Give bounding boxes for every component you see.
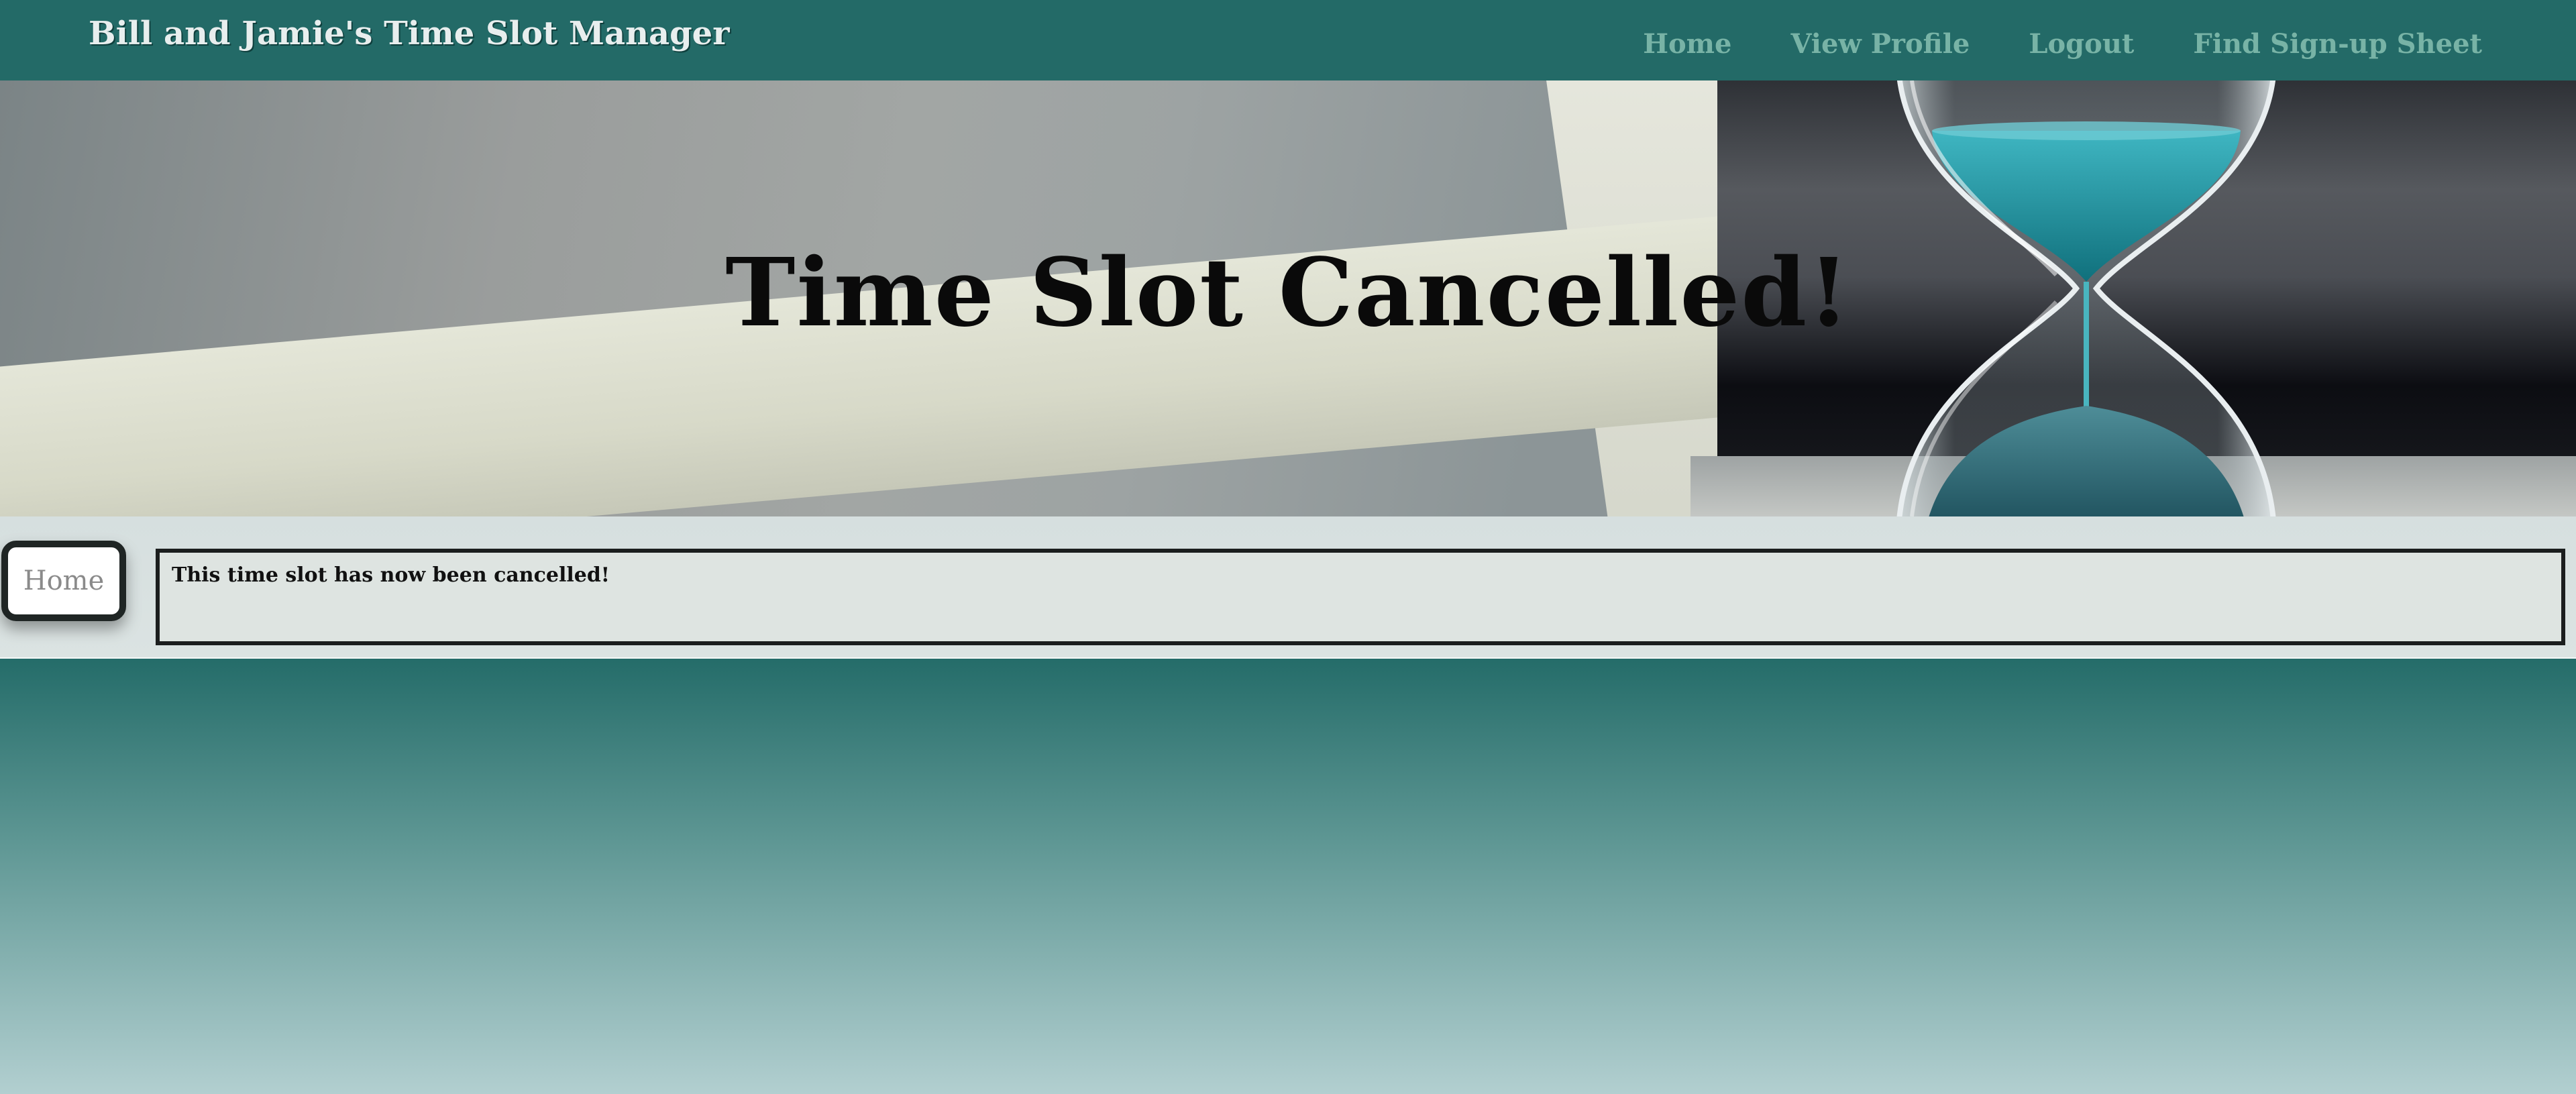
top-navbar: Bill and Jamie's Time Slot Manager Home … xyxy=(0,0,2576,80)
nav-links: Home View Profile Logout Find Sign-up Sh… xyxy=(1643,28,2482,60)
content-section: Home This time slot has now been cancell… xyxy=(0,516,2576,659)
page-title: Time Slot Cancelled! xyxy=(725,238,1851,348)
cancellation-message: This time slot has now been cancelled! xyxy=(172,563,610,587)
message-box: This time slot has now been cancelled! xyxy=(156,549,2565,645)
hero-banner: Time Slot Cancelled! xyxy=(0,80,2576,516)
home-button[interactable]: Home xyxy=(1,541,126,621)
nav-link-find-signup-sheet[interactable]: Find Sign-up Sheet xyxy=(2193,28,2482,60)
site-brand[interactable]: Bill and Jamie's Time Slot Manager xyxy=(89,15,729,52)
nav-link-home[interactable]: Home xyxy=(1643,28,1731,60)
nav-link-view-profile[interactable]: View Profile xyxy=(1790,28,1970,60)
nav-link-logout[interactable]: Logout xyxy=(2029,28,2134,60)
